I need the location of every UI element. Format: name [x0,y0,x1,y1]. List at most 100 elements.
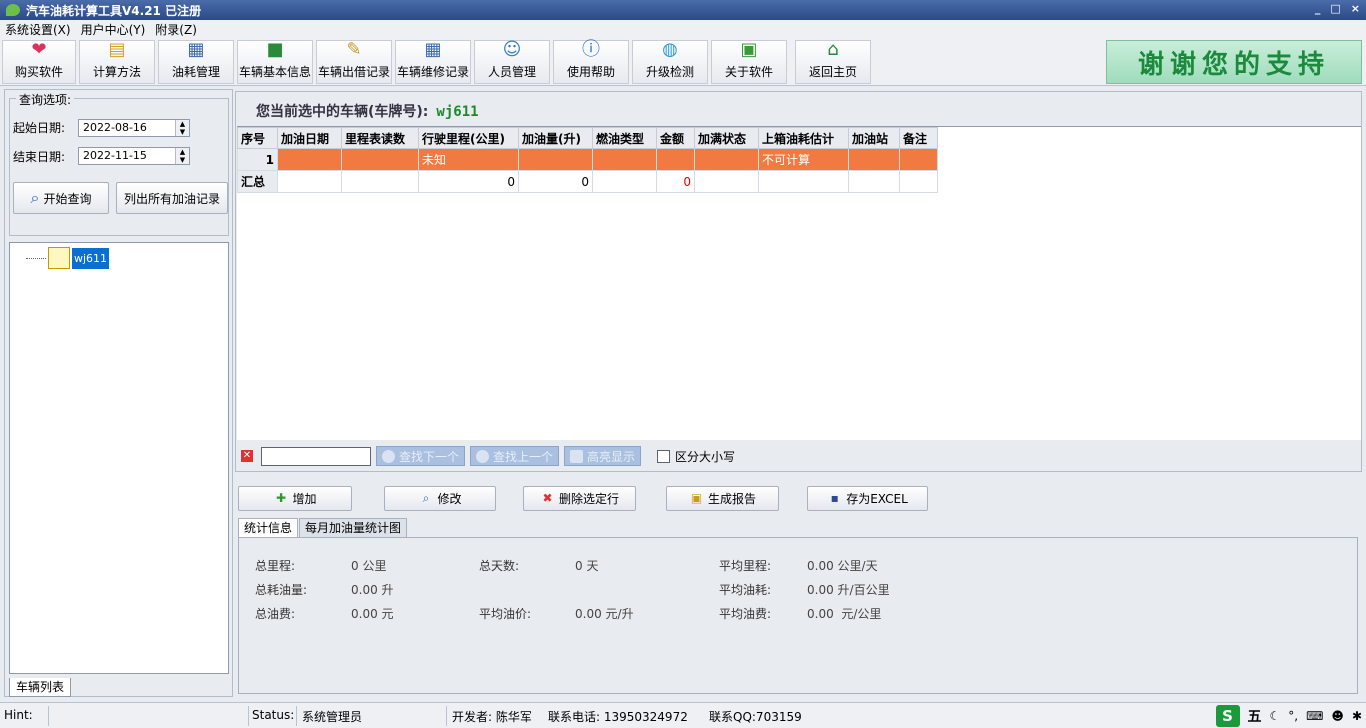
selected-vehicle-prefix: 您当前选中的车辆(车牌号): [256,104,429,120]
col-header-station[interactable]: 加油站 [848,127,900,149]
vehicle-loan-button[interactable]: ✎ 车辆出借记录 [316,39,392,84]
edit-button[interactable]: ⌕ 修改 [384,486,496,511]
developer-info: 开发者: 陈华军 [452,710,532,724]
menu-bar: 系统设置(X) 用户中心(Y) 附录(Z) [0,20,1366,39]
home-label: 返回主页 [808,65,857,79]
punctuation-icon[interactable]: °, [1288,709,1298,723]
total-estimate [758,170,849,193]
find-prev-button[interactable]: 查找上一个 [470,446,560,466]
update-check-button[interactable]: ◍ 升级检测 [632,39,708,84]
cell-full-status[interactable] [694,148,759,171]
grid-header-row: 序号 加油日期 里程表读数 行驶里程(公里) 加油量(升) 燃油类型 金额 加满… [237,127,938,149]
highlight-icon [570,449,584,463]
maximize-button[interactable]: □ [1330,2,1340,15]
tab-vehicle-list[interactable]: 车辆列表 [9,678,71,697]
list-all-records-label: 列出所有加油记录 [123,191,220,206]
home-button[interactable]: ⌂ 返回主页 [795,39,871,84]
find-next-button[interactable]: 查找下一个 [376,446,466,466]
cell-estimate[interactable]: 不可计算 [758,148,849,171]
menu-appendix[interactable]: 附录(Z) [150,21,202,38]
delete-button[interactable]: ✖ 删除选定行 [523,486,636,511]
case-sensitive-checkbox[interactable] [657,449,671,463]
highlight-button[interactable]: 高亮显示 [564,446,642,466]
ime-toolbar: S 五 ☾ °, ⌨ ☻ ✱ [1215,705,1362,727]
tree-node-vehicle[interactable]: wj611 [26,247,110,269]
find-input[interactable] [261,446,371,466]
avg-distance-value: 0.00 公里/天 [807,559,878,573]
highlight-label: 高亮显示 [587,449,636,464]
personnel-button[interactable]: ☺ 人员管理 [474,39,550,84]
vehicle-info-button[interactable]: ■ 车辆基本信息 [237,39,313,84]
save-excel-button[interactable]: ▪ 存为EXCEL [807,486,928,511]
close-button[interactable]: × [1351,2,1360,15]
total-days-value: 0 天 [575,559,599,573]
help-button[interactable]: ⓘ 使用帮助 [553,39,629,84]
cell-distance[interactable]: 未知 [418,148,519,171]
buy-software-button[interactable]: ❤ 购买软件 [2,39,76,84]
avg-consumption-label: 平均油耗: [719,583,772,597]
table-row[interactable]: 1 未知 不可计算 [237,148,938,171]
cell-fuel-type[interactable] [592,148,657,171]
start-date-picker[interactable]: 2022-08-16 ▲ ▼ [78,119,190,137]
about-button[interactable]: ▣ 关于软件 [711,39,787,84]
user-icon[interactable]: ☻ [1331,709,1344,723]
calc-method-button[interactable]: ▤ 计算方法 [79,39,155,84]
close-find-icon[interactable]: ✕ [241,450,253,462]
cell-fuel-amount[interactable] [518,148,593,171]
about-label: 关于软件 [724,65,773,79]
moon-icon[interactable]: ☾ [1270,709,1281,723]
total-row: 汇总 0 0 0 [237,170,938,193]
table-icon: ▦ [424,39,442,60]
total-label: 汇总 [237,170,278,193]
ime-logo-icon[interactable]: S [1215,705,1240,727]
col-header-note[interactable]: 备注 [899,127,938,149]
main-panel: 您当前选中的车辆(车牌号): wj611 序号 加油日期 里程表读数 行驶里程(公… [235,91,1362,472]
help-label: 使用帮助 [566,65,615,79]
end-date-value: 2022-11-15 [83,149,147,162]
cell-odometer[interactable] [341,148,419,171]
action-bar: ✚ 增加 ⌕ 修改 ✖ 删除选定行 ▣ 生成报告 ▪ 存为EXCEL [235,480,1362,516]
settings-icon[interactable]: ✱ [1352,709,1362,723]
col-header-fuel-amount[interactable]: 加油量(升) [518,127,593,149]
start-date-spinner[interactable]: ▲ ▼ [175,120,189,136]
avg-cost-label: 平均油费: [719,607,772,621]
end-date-spinner[interactable]: ▲ ▼ [175,148,189,164]
col-header-estimate[interactable]: 上箱油耗估计 [758,127,849,149]
end-date-label: 结束日期: [13,150,66,164]
thanks-banner: 谢谢您的支持 [1106,40,1362,84]
avg-distance-label: 平均里程: [719,559,772,573]
app-leaf-icon [6,4,20,16]
col-header-date[interactable]: 加油日期 [277,127,342,149]
minimize-button[interactable]: _ [1315,2,1321,15]
tab-statistics[interactable]: 统计信息 [238,518,299,537]
col-header-full-status[interactable]: 加满状态 [694,127,759,149]
cell-note[interactable] [899,148,938,171]
status-label: Status: [252,708,295,722]
tab-monthly-chart[interactable]: 每月加油量统计图 [299,518,408,537]
cell-date[interactable] [277,148,342,171]
cell-amount[interactable] [656,148,695,171]
menu-user-center[interactable]: 用户中心(Y) [76,21,151,38]
col-header-odometer[interactable]: 里程表读数 [341,127,419,149]
ime-mode[interactable]: 五 [1248,706,1262,726]
vehicle-info-label: 车辆基本信息 [238,65,311,79]
arrow-down-icon [382,449,395,463]
keyboard-icon[interactable]: ⌨ [1306,709,1323,723]
edit-icon: ⌕ [422,491,430,505]
col-header-index[interactable]: 序号 [237,127,278,149]
menu-system-settings[interactable]: 系统设置(X) [0,21,76,38]
total-fuel-value: 0.00 升 [351,583,394,597]
generate-report-button[interactable]: ▣ 生成报告 [666,486,779,511]
end-date-picker[interactable]: 2022-11-15 ▲ ▼ [78,147,190,165]
statistics-panel: 总里程: 0 公里 总天数: 0 天 平均里程: 0.00 公里/天 总耗油量:… [238,537,1358,694]
col-header-distance[interactable]: 行驶里程(公里) [418,127,519,149]
col-header-fuel-type[interactable]: 燃油类型 [592,127,657,149]
add-button[interactable]: ✚ 增加 [238,486,352,511]
cell-station[interactable] [848,148,900,171]
start-query-button[interactable]: ⌕ 开始查询 [13,182,109,214]
total-cost-value: 0.00 元 [351,607,394,621]
fuel-management-button[interactable]: ▦ 油耗管理 [158,39,234,84]
list-all-records-button[interactable]: 列出所有加油记录 [116,182,228,214]
col-header-amount[interactable]: 金额 [656,127,695,149]
vehicle-repair-button[interactable]: ▦ 车辆维修记录 [395,39,471,84]
